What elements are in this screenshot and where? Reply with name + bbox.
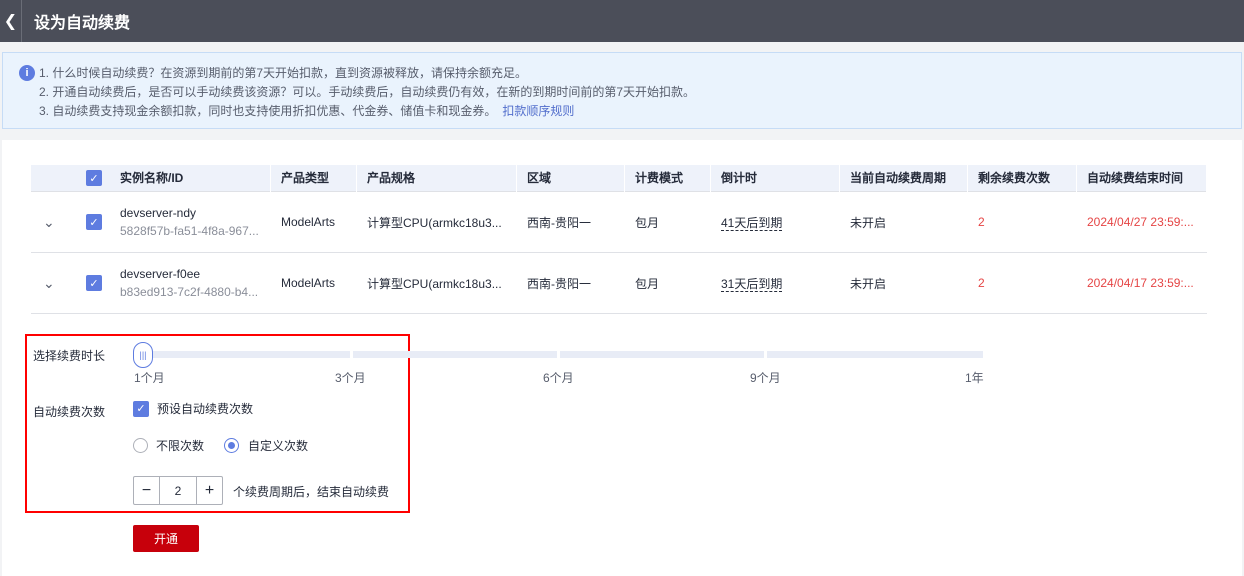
- col-header: 区域: [517, 164, 625, 192]
- slider-segment[interactable]: [767, 351, 983, 358]
- slider-handle[interactable]: |||: [133, 342, 153, 368]
- product-spec: 计算型CPU(armkc18u3...: [367, 215, 502, 230]
- back-button[interactable]: ❮: [0, 0, 22, 42]
- product-type: ModelArts: [281, 276, 336, 290]
- row-select: ✓: [78, 275, 110, 291]
- page-title: 设为自动续费: [34, 15, 131, 32]
- countdown-text[interactable]: 31天后到期: [721, 276, 783, 292]
- expand-chevron-icon[interactable]: ⌄: [31, 275, 78, 292]
- info-line: 3. 自动续费支持现金余额扣款，同时也支持使用折扣优惠、代金券、储值卡和现金券。…: [39, 102, 1241, 121]
- col-header: 剩余续费次数: [968, 164, 1077, 192]
- row-checkbox[interactable]: ✓: [86, 214, 102, 230]
- instance-name: devserver-f0ee: [120, 267, 201, 281]
- instance-name: devserver-ndy: [120, 206, 197, 220]
- instance-id: b83ed913-7c2f-4880-b4...: [120, 285, 259, 299]
- radio-custom[interactable]: 自定义次数: [224, 437, 308, 454]
- select-all-checkbox[interactable]: ✓: [86, 170, 102, 186]
- info-line: 2. 开通自动续费后，是否可以手动续费该资源？可以。手动续费后，自动续费仍有效，…: [39, 85, 696, 99]
- count-input[interactable]: 2: [160, 477, 197, 504]
- count-suffix: 个续费周期后，结束自动续费: [233, 485, 390, 499]
- slider-tick[interactable]: 1个月: [134, 369, 165, 386]
- slider-segment[interactable]: [353, 351, 557, 358]
- col-header: 实例名称/ID: [110, 164, 271, 192]
- enable-button[interactable]: 开通: [133, 525, 199, 552]
- chevron-left-icon: ❮: [3, 13, 18, 30]
- info-text: 3. 自动续费支持现金余额扣款，同时也支持使用折扣优惠、代金券、储值卡和现金券。: [39, 104, 497, 118]
- region: 西南-贵阳一: [527, 276, 591, 291]
- end-time: 2024/04/17 23:59:...: [1087, 276, 1194, 290]
- slider-tick[interactable]: 3个月: [335, 369, 366, 386]
- info-banner: i 1. 什么时候自动续费？在资源到期前的第7天开始扣款，直到资源被释放，请保持…: [2, 52, 1242, 129]
- count-stepper: − 2 +: [133, 476, 223, 505]
- table-row: ⌄ ✓ devserver-f0ee b83ed913-7c2f-4880-b4.…: [31, 253, 1207, 314]
- col-header: 产品类型: [271, 164, 357, 192]
- col-header: 自动续费结束时间: [1077, 164, 1207, 192]
- checkbox-checked-icon[interactable]: ✓: [133, 400, 149, 417]
- radio-unlimited-label: 不限次数: [156, 439, 205, 453]
- instances-table: ✓ 实例名称/ID 产品类型 产品规格 区域 计费模式 倒计时 当前自动续费周期…: [31, 164, 1207, 314]
- countdown-text[interactable]: 41天后到期: [721, 215, 783, 231]
- deduction-rules-link[interactable]: 扣款顺序规则: [502, 104, 574, 118]
- row-checkbox[interactable]: ✓: [86, 275, 102, 291]
- increment-button[interactable]: +: [197, 477, 222, 504]
- countdown: 41天后到期: [711, 214, 840, 231]
- col-header: 当前自动续费周期: [840, 164, 968, 192]
- col-header: 倒计时: [711, 164, 840, 192]
- table-row: ⌄ ✓ devserver-ndy 5828f57b-fa51-4f8a-967.…: [31, 192, 1207, 253]
- slider-segment[interactable]: [560, 351, 764, 358]
- decrement-button[interactable]: −: [134, 477, 160, 504]
- select-all-col: ✓: [78, 170, 110, 186]
- instance-id: 5828f57b-fa51-4f8a-967...: [120, 224, 259, 238]
- count-label: 自动续费次数: [33, 405, 106, 419]
- radio-selected-icon[interactable]: [224, 438, 239, 453]
- instance-cell: devserver-ndy 5828f57b-fa51-4f8a-967...: [110, 206, 271, 238]
- product-type: ModelArts: [281, 215, 336, 229]
- remaining-count: 2: [978, 276, 985, 290]
- col-header: 产品规格: [357, 164, 517, 192]
- current-period: 未开启: [850, 215, 887, 230]
- remaining-count: 2: [978, 215, 985, 229]
- expand-chevron-icon[interactable]: ⌄: [31, 214, 78, 231]
- product-spec: 计算型CPU(armkc18u3...: [367, 276, 502, 291]
- col-header: 计费模式: [625, 164, 711, 192]
- billing-mode: 包月: [635, 276, 660, 291]
- instance-cell: devserver-f0ee b83ed913-7c2f-4880-b4...: [110, 267, 271, 299]
- slider-tick[interactable]: 9个月: [750, 369, 781, 386]
- radio-custom-label: 自定义次数: [248, 439, 309, 453]
- slider-tick[interactable]: 1年: [965, 369, 984, 386]
- row-select: ✓: [78, 214, 110, 230]
- end-time: 2024/04/27 23:59:...: [1087, 215, 1194, 229]
- info-icon: i: [19, 65, 35, 81]
- current-period: 未开启: [850, 276, 887, 291]
- preset-count-checkbox[interactable]: ✓ 预设自动续费次数: [133, 400, 253, 417]
- countdown: 31天后到期: [711, 275, 840, 292]
- duration-label: 选择续费时长: [33, 349, 106, 363]
- page-header: ❮ 设为自动续费: [0, 0, 1244, 42]
- slider-segment[interactable]: [135, 351, 350, 358]
- region: 西南-贵阳一: [527, 215, 591, 230]
- radio-icon[interactable]: [133, 438, 148, 453]
- table-header: ✓ 实例名称/ID 产品类型 产品规格 区域 计费模式 倒计时 当前自动续费周期…: [31, 164, 1207, 192]
- preset-count-label: 预设自动续费次数: [157, 402, 254, 416]
- info-line: 1. 什么时候自动续费？在资源到期前的第7天开始扣款，直到资源被释放，请保持余额…: [39, 66, 528, 80]
- slider-tick[interactable]: 6个月: [543, 369, 574, 386]
- billing-mode: 包月: [635, 215, 660, 230]
- radio-unlimited[interactable]: 不限次数: [133, 437, 204, 454]
